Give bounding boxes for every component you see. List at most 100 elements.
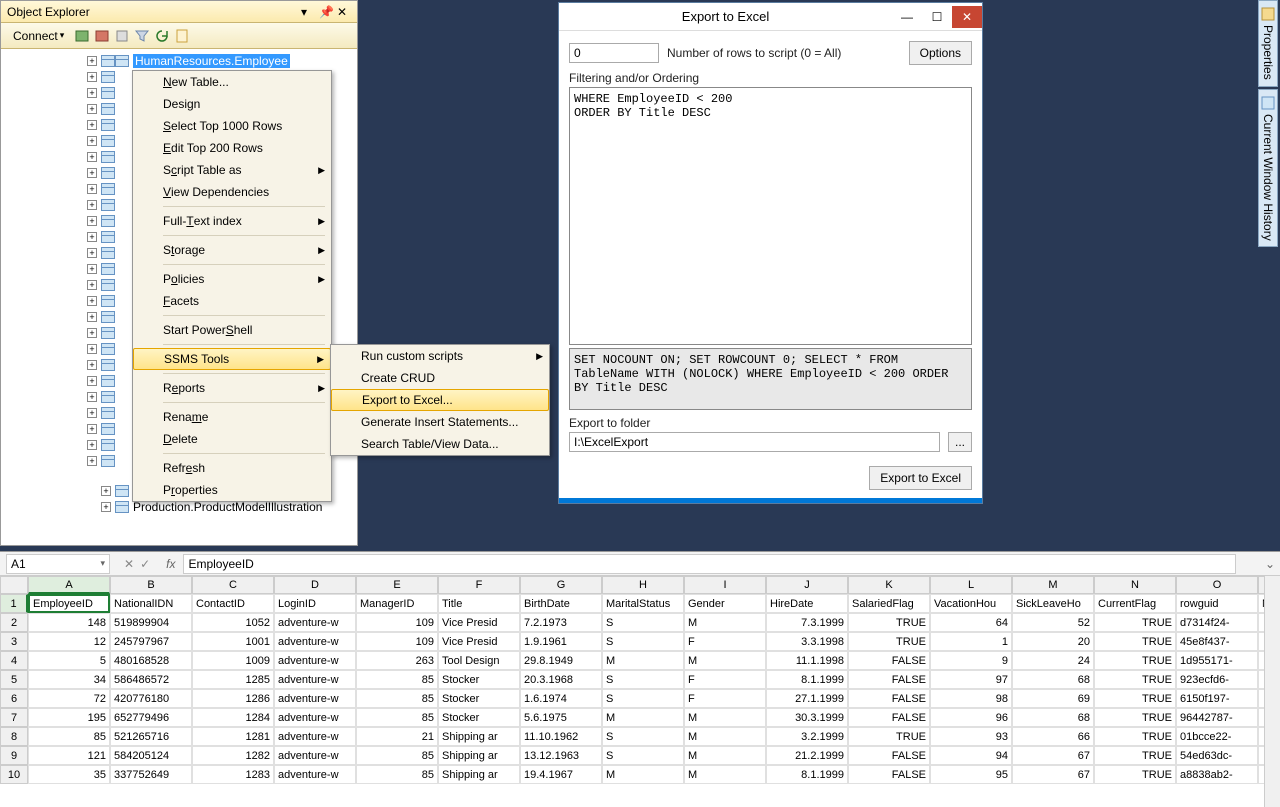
cell[interactable]: 1001: [192, 632, 274, 651]
cell[interactable]: adventure-w: [274, 727, 356, 746]
expander-icon[interactable]: +: [101, 502, 111, 512]
menu-item[interactable]: Full-Text index▶: [133, 210, 331, 232]
column-header[interactable]: M: [1012, 576, 1094, 594]
cell[interactable]: FALSE: [848, 708, 930, 727]
expander-icon[interactable]: +: [87, 280, 97, 290]
cell[interactable]: 1281: [192, 727, 274, 746]
menu-item[interactable]: Generate Insert Statements...: [331, 411, 549, 433]
cell[interactable]: 7.3.1999: [766, 613, 848, 632]
filter-icon[interactable]: [134, 28, 150, 44]
cell[interactable]: 521265716: [110, 727, 192, 746]
column-header[interactable]: L: [930, 576, 1012, 594]
cell[interactable]: 67: [1012, 746, 1094, 765]
cell[interactable]: Vice Presid: [438, 613, 520, 632]
cell[interactable]: 01bcce22-: [1176, 727, 1258, 746]
cell[interactable]: 5.6.1975: [520, 708, 602, 727]
cell[interactable]: 1283: [192, 765, 274, 784]
cell[interactable]: 1: [930, 632, 1012, 651]
cell[interactable]: Stocker: [438, 670, 520, 689]
expander-icon[interactable]: +: [87, 72, 97, 82]
cell[interactable]: FALSE: [848, 651, 930, 670]
expander-icon[interactable]: +: [87, 248, 97, 258]
expander-icon[interactable]: +: [87, 408, 97, 418]
expander-icon[interactable]: +: [87, 56, 97, 66]
cell[interactable]: SalariedFlag: [848, 594, 930, 613]
expander-icon[interactable]: +: [87, 88, 97, 98]
connect-button[interactable]: Connect▾: [7, 27, 70, 45]
cell[interactable]: FALSE: [848, 746, 930, 765]
column-header[interactable]: K: [848, 576, 930, 594]
cell[interactable]: adventure-w: [274, 632, 356, 651]
cell[interactable]: 1009: [192, 651, 274, 670]
expander-icon[interactable]: +: [87, 456, 97, 466]
cell[interactable]: 9: [930, 651, 1012, 670]
cell[interactable]: F: [684, 689, 766, 708]
column-header[interactable]: I: [684, 576, 766, 594]
cell[interactable]: TRUE: [848, 632, 930, 651]
cell[interactable]: 11.1.1998: [766, 651, 848, 670]
cell[interactable]: 195: [28, 708, 110, 727]
column-header[interactable]: J: [766, 576, 848, 594]
cell[interactable]: 97: [930, 670, 1012, 689]
cell[interactable]: TRUE: [1094, 670, 1176, 689]
cell[interactable]: 1285: [192, 670, 274, 689]
cell[interactable]: 85: [356, 689, 438, 708]
script-icon[interactable]: [174, 28, 190, 44]
cell[interactable]: 68: [1012, 708, 1094, 727]
cell[interactable]: adventure-w: [274, 613, 356, 632]
cell[interactable]: 148: [28, 613, 110, 632]
cell[interactable]: TRUE: [848, 613, 930, 632]
dropdown-icon[interactable]: ▾: [301, 5, 315, 19]
cell[interactable]: 20: [1012, 632, 1094, 651]
cell[interactable]: 85: [356, 765, 438, 784]
cell[interactable]: F: [684, 670, 766, 689]
excel-grid[interactable]: ABCDEFGHIJKLMNOP1EmployeeIDNationalIDNCo…: [0, 576, 1280, 784]
column-header[interactable]: A: [28, 576, 110, 594]
row-count-input[interactable]: [569, 43, 659, 63]
cell[interactable]: 245797967: [110, 632, 192, 651]
menu-item[interactable]: Create CRUD: [331, 367, 549, 389]
cell[interactable]: 24: [1012, 651, 1094, 670]
cell[interactable]: FALSE: [848, 670, 930, 689]
cell[interactable]: 584205124: [110, 746, 192, 765]
column-header[interactable]: O: [1176, 576, 1258, 594]
cell[interactable]: EmployeeID: [28, 594, 110, 613]
cell[interactable]: Title: [438, 594, 520, 613]
cell[interactable]: 94: [930, 746, 1012, 765]
cell[interactable]: Shipping ar: [438, 727, 520, 746]
row-header[interactable]: 3: [0, 632, 28, 651]
cell[interactable]: 72: [28, 689, 110, 708]
cell[interactable]: 69: [1012, 689, 1094, 708]
cell[interactable]: TRUE: [1094, 765, 1176, 784]
expander-icon[interactable]: +: [87, 296, 97, 306]
cell[interactable]: TRUE: [1094, 689, 1176, 708]
close-button[interactable]: ✕: [952, 6, 982, 28]
cell[interactable]: 263: [356, 651, 438, 670]
cell[interactable]: 85: [28, 727, 110, 746]
tree-node[interactable]: Production.ProductModelIllustration: [133, 500, 322, 514]
pin-icon[interactable]: 📌: [319, 5, 333, 19]
menu-item[interactable]: View Dependencies: [133, 181, 331, 203]
row-header[interactable]: 1: [0, 594, 28, 613]
expander-icon[interactable]: +: [101, 486, 111, 496]
expander-icon[interactable]: +: [87, 264, 97, 274]
row-header[interactable]: 10: [0, 765, 28, 784]
cell[interactable]: Shipping ar: [438, 746, 520, 765]
cell[interactable]: NationalIDN: [110, 594, 192, 613]
cell[interactable]: 1282: [192, 746, 274, 765]
menu-item[interactable]: Export to Excel...: [331, 389, 549, 411]
cell[interactable]: S: [602, 689, 684, 708]
cell[interactable]: 1284: [192, 708, 274, 727]
cell[interactable]: 85: [356, 746, 438, 765]
cell[interactable]: TRUE: [1094, 632, 1176, 651]
cell[interactable]: S: [602, 727, 684, 746]
cell[interactable]: S: [602, 746, 684, 765]
cell[interactable]: 480168528: [110, 651, 192, 670]
cell[interactable]: M: [602, 651, 684, 670]
connect-icon[interactable]: [74, 28, 90, 44]
cell[interactable]: TRUE: [1094, 613, 1176, 632]
column-header[interactable]: C: [192, 576, 274, 594]
cell[interactable]: 66: [1012, 727, 1094, 746]
expander-icon[interactable]: +: [87, 136, 97, 146]
menu-item[interactable]: SSMS Tools▶: [133, 348, 331, 370]
